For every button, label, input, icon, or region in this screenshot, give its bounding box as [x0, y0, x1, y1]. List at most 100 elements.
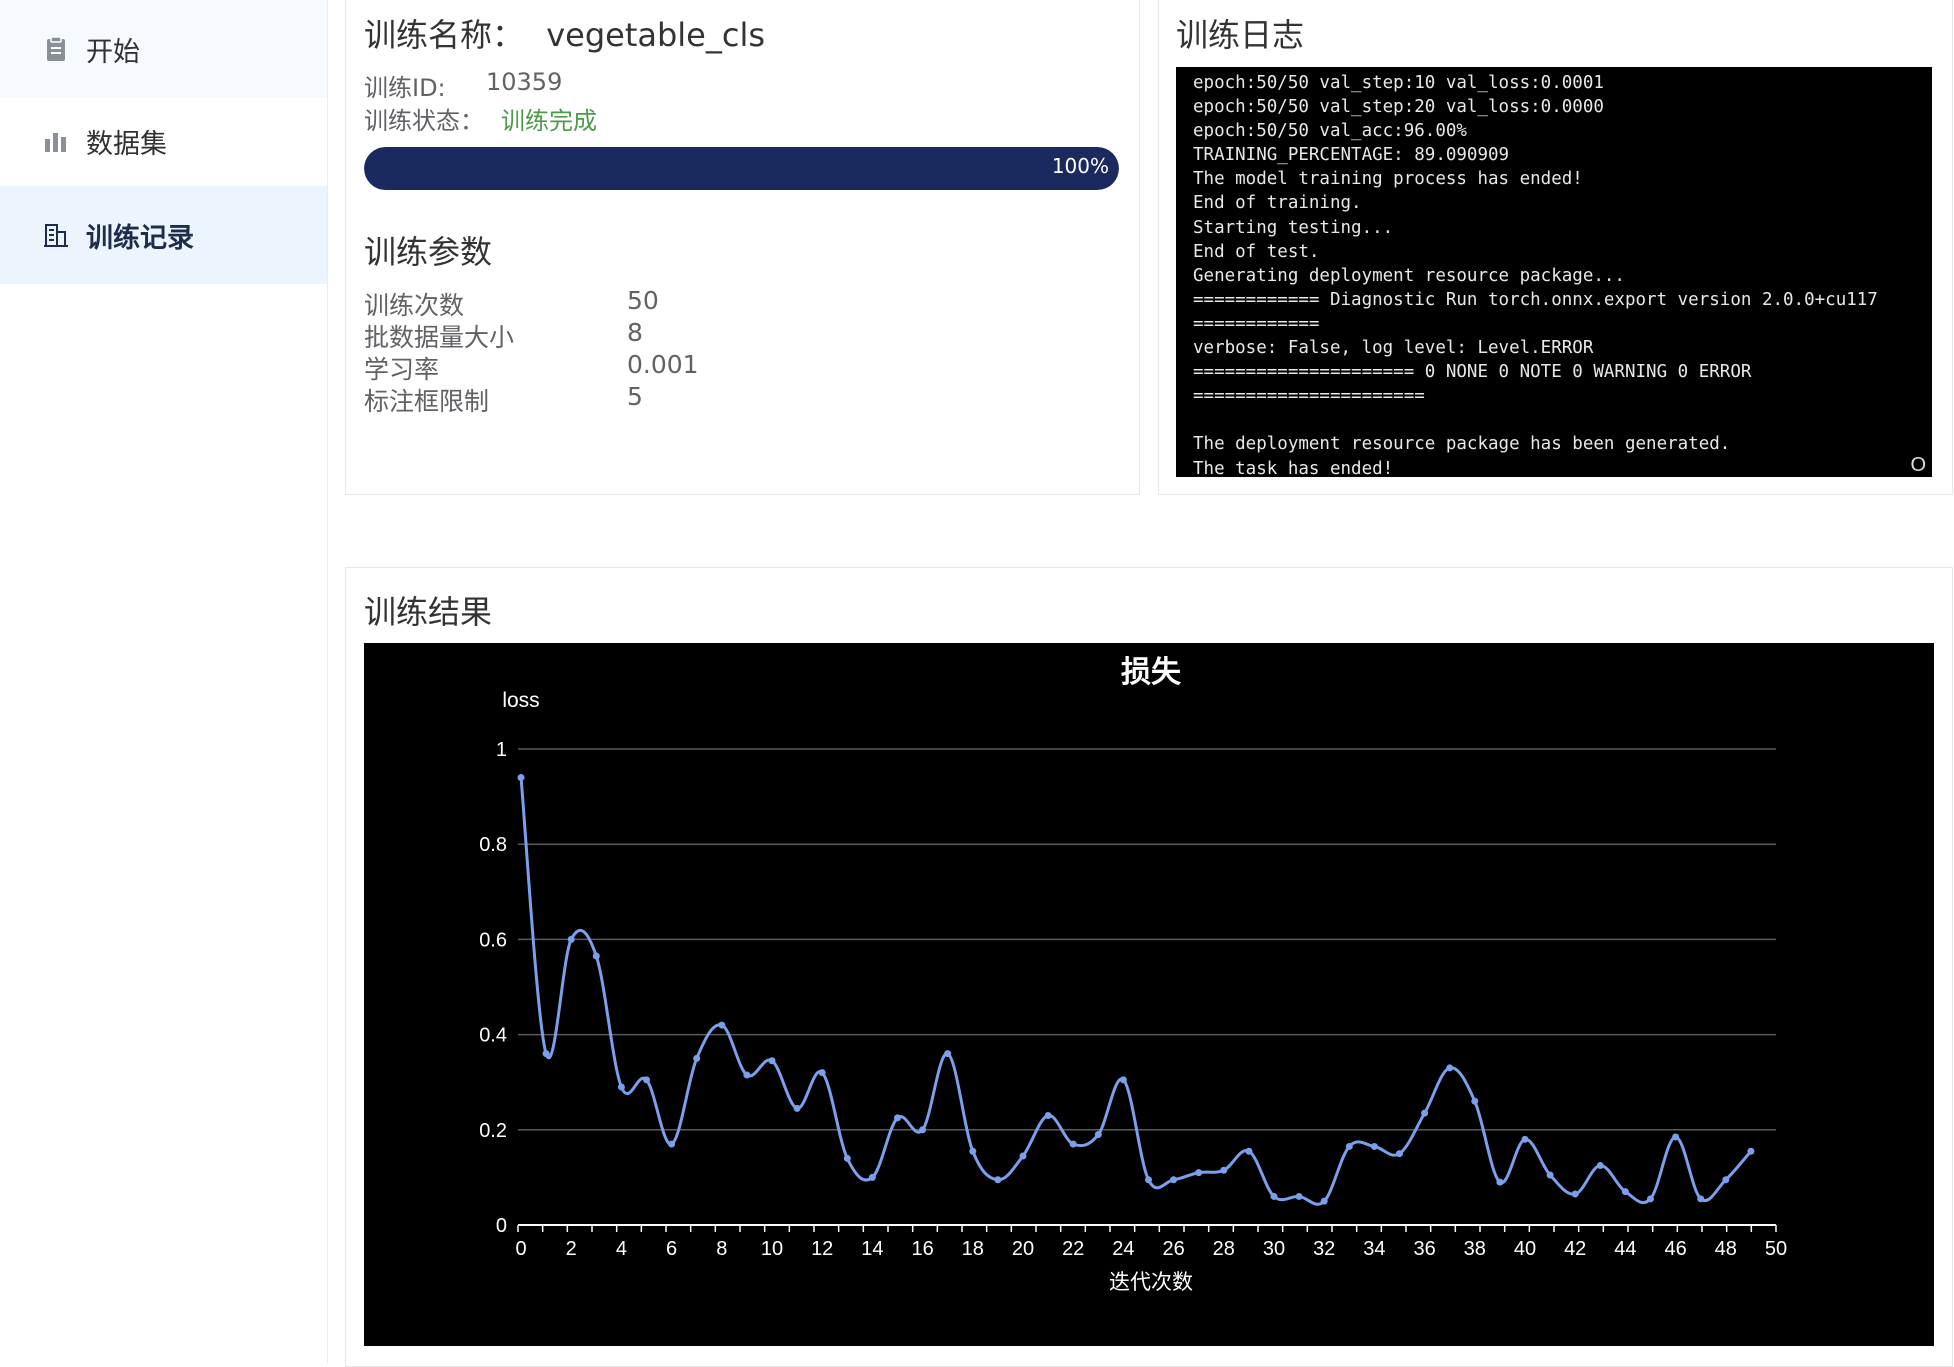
loss-data-point: [1270, 1192, 1278, 1200]
loss-data-point: [643, 1076, 650, 1084]
loss-data-point: [617, 1083, 625, 1091]
loss-data-point: [517, 774, 525, 782]
y-tick-label: 0: [496, 1215, 507, 1237]
loss-data-point: [1320, 1197, 1328, 1205]
x-tick-label: 34: [1363, 1238, 1385, 1260]
log-corner-glyph: O: [1910, 453, 1926, 476]
training-name-value: vegetable_cls: [546, 16, 766, 54]
log-line: epoch:50/50 val_step:20 val_loss:0.0000: [1193, 97, 1604, 118]
loss-data-point: [1496, 1178, 1504, 1186]
log-line: epoch:50/50 val_acc:96.00%: [1193, 121, 1467, 142]
loss-data-point: [994, 1176, 1002, 1184]
loss-data-point: [1295, 1192, 1303, 1200]
log-line: ============ Diagnostic Run torch.onnx.e…: [1193, 289, 1878, 310]
param-label-learning-rate: 学习率: [364, 355, 440, 384]
loss-data-point: [1722, 1176, 1730, 1184]
loss-data-point: [1145, 1176, 1152, 1184]
training-log-console[interactable]: epoch:50/50 val_step:10 val_loss:0.0001 e…: [1176, 67, 1932, 477]
x-tick-label: 46: [1664, 1238, 1686, 1260]
training-progress-fill: 100%: [364, 147, 1119, 190]
loss-data-point: [1195, 1169, 1203, 1177]
sidebar: 开始 数据集 训练记录: [0, 0, 328, 1363]
y-tick-label: 1: [496, 739, 507, 761]
x-axis-label: 迭代次数: [1109, 1271, 1193, 1294]
y-tick-label: 0.6: [479, 929, 507, 951]
loss-data-point: [768, 1057, 776, 1065]
x-tick-label: 14: [861, 1238, 883, 1260]
param-label-box-limit: 标注框限制: [364, 387, 490, 416]
x-tick-label: 38: [1464, 1238, 1486, 1260]
param-value-learning-rate: 0.001: [627, 350, 699, 379]
sidebar-item-training-records[interactable]: 训练记录: [0, 186, 327, 284]
x-tick-label: 36: [1413, 1238, 1435, 1260]
chart-title: 损失: [1121, 656, 1182, 689]
training-name-label: 训练名称：: [364, 16, 525, 54]
training-progress-text: 100%: [1051, 154, 1109, 178]
loss-data-point: [668, 1140, 676, 1148]
x-tick-label: 18: [962, 1238, 984, 1260]
log-line: ===================== 0 NONE 0 NOTE 0 WA…: [1193, 362, 1752, 383]
loss-data-point: [1446, 1064, 1454, 1072]
records-icon: [42, 221, 70, 249]
loss-data-point: [1621, 1188, 1629, 1196]
training-status-value: 训练完成: [501, 107, 597, 135]
loss-data-point: [1571, 1190, 1579, 1198]
log-line: verbose: False, log level: Level.ERROR: [1193, 338, 1594, 359]
loss-data-point: [1119, 1076, 1127, 1084]
loss-data-point: [1044, 1112, 1052, 1120]
loss-data-point: [1546, 1171, 1554, 1179]
x-tick-label: 8: [716, 1238, 727, 1260]
loss-data-point: [1345, 1142, 1353, 1150]
y-tick-label: 0.2: [479, 1120, 507, 1142]
loss-data-point: [1019, 1152, 1027, 1160]
loss-data-point: [1471, 1097, 1479, 1105]
y-tick-label: 0.8: [479, 834, 507, 856]
x-tick-label: 10: [761, 1238, 783, 1260]
loss-data-point: [1094, 1131, 1102, 1139]
log-line: The model training process has ended!: [1193, 169, 1583, 190]
log-line: Starting testing...: [1193, 217, 1394, 238]
x-tick-label: 2: [566, 1238, 577, 1260]
log-line: ============: [1193, 313, 1320, 334]
x-tick-label: 44: [1614, 1238, 1636, 1260]
x-tick-label: 0: [515, 1238, 526, 1260]
loss-data-point: [592, 952, 600, 960]
x-tick-label: 20: [1012, 1238, 1034, 1260]
loss-data-point: [793, 1104, 801, 1112]
loss-data-point: [542, 1050, 550, 1058]
loss-data-point: [693, 1054, 701, 1062]
training-progress-bar: 100%: [364, 147, 1119, 190]
loss-data-point: [1647, 1195, 1654, 1203]
x-tick-label: 12: [811, 1238, 833, 1260]
training-id-label: 训练ID:: [364, 74, 446, 102]
loss-data-point: [818, 1069, 826, 1077]
loss-data-point: [1421, 1109, 1429, 1117]
x-tick-label: 26: [1162, 1238, 1184, 1260]
sidebar-item-datasets[interactable]: 数据集: [0, 92, 327, 190]
loss-data-point: [1697, 1195, 1705, 1203]
params-title: 训练参数: [364, 233, 493, 271]
log-title: 训练日志: [1176, 16, 1305, 54]
loss-chart: 损失 loss 迭代次数 0 0.2 0.4 0.6 0.8 1 0 2 4 6 8 10 12 14 16 18 2…: [364, 643, 1934, 1346]
param-value-batch-size: 8: [627, 318, 643, 347]
param-value-epochs: 50: [627, 286, 659, 315]
results-title: 训练结果: [364, 593, 493, 631]
loss-chart-svg: 损失loss迭代次数00.20.40.60.810 2 4 6 8 10 12 14 16 18 2…: [479, 656, 1787, 1294]
loss-data-point: [944, 1050, 952, 1058]
param-value-box-limit: 5: [627, 382, 643, 411]
x-tick-label: 28: [1213, 1238, 1235, 1260]
loss-data-point: [894, 1114, 901, 1122]
sidebar-item-start[interactable]: 开始: [0, 0, 327, 98]
y-tick-label: 0.4: [479, 1025, 507, 1047]
loss-data-point: [1672, 1133, 1680, 1141]
x-tick-label: 42: [1564, 1238, 1586, 1260]
training-name-heading: 训练名称： vegetable_cls: [364, 10, 765, 56]
x-tick-label: 32: [1313, 1238, 1335, 1260]
param-label-epochs: 训练次数: [364, 291, 465, 320]
log-line: The task has ended!: [1193, 458, 1394, 478]
loss-data-point: [1069, 1140, 1077, 1148]
y-axis-label: loss: [502, 689, 539, 712]
loss-data-point: [743, 1071, 751, 1079]
loss-data-point: [1220, 1166, 1228, 1174]
